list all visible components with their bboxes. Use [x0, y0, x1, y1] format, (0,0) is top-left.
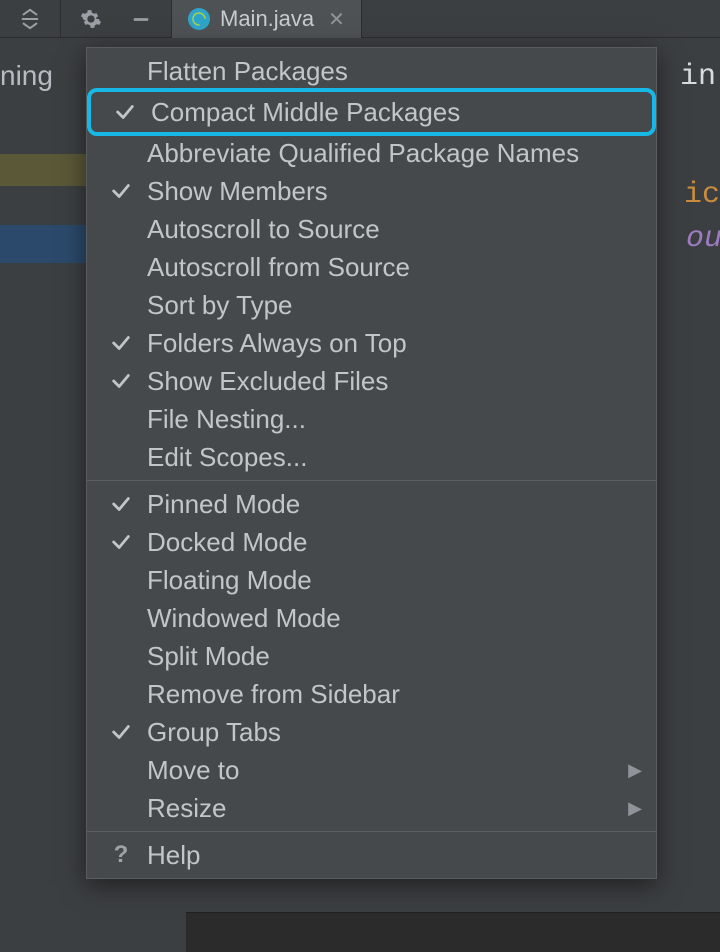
toolbar-mid-group — [61, 0, 171, 37]
menu-item-autoscroll-from-source[interactable]: Autoscroll from Source — [87, 248, 656, 286]
menu-item-pinned-mode[interactable]: Pinned Mode — [87, 485, 656, 523]
check-icon — [95, 332, 147, 354]
menu-item-label: Flatten Packages — [147, 56, 642, 87]
check-icon — [95, 493, 147, 515]
menu-item-folders-always-on-top[interactable]: Folders Always on Top — [87, 324, 656, 362]
menu-item-windowed-mode[interactable]: Windowed Mode — [87, 599, 656, 637]
menu-item-floating-mode[interactable]: Floating Mode — [87, 561, 656, 599]
menu-item-show-excluded-files[interactable]: Show Excluded Files — [87, 362, 656, 400]
menu-item-autoscroll-to-source[interactable]: Autoscroll to Source — [87, 210, 656, 248]
close-icon[interactable]: ✕ — [328, 7, 345, 32]
menu-item-label: Group Tabs — [147, 717, 642, 748]
menu-item-label: Compact Middle Packages — [151, 97, 638, 128]
menu-item-label: Split Mode — [147, 641, 642, 672]
gear-icon — [80, 8, 102, 30]
menu-item-show-members[interactable]: Show Members — [87, 172, 656, 210]
menu-item-label: Show Excluded Files — [147, 366, 642, 397]
menu-item-label: Docked Mode — [147, 527, 642, 558]
check-icon — [99, 101, 151, 123]
left-highlight-yellow — [0, 154, 86, 186]
code-fragment-3: ou — [686, 222, 720, 256]
menu-item-label: Move to — [147, 755, 628, 786]
submenu-arrow-icon: ▶ — [628, 760, 642, 781]
menu-item-label: Autoscroll from Source — [147, 252, 642, 283]
menu-item-label: Remove from Sidebar — [147, 679, 642, 710]
tab-filename: Main.java — [220, 6, 314, 32]
menu-item-label: Windowed Mode — [147, 603, 642, 634]
collapse-icon — [19, 8, 41, 30]
menu-item-label: Abbreviate Qualified Package Names — [147, 138, 642, 169]
menu-item-label: Resize — [147, 793, 628, 824]
menu-item-abbreviate-qualified-package-names[interactable]: Abbreviate Qualified Package Names — [87, 134, 656, 172]
code-fragment-1: in — [680, 60, 716, 94]
settings-dropdown-menu: Flatten Packages Compact Middle Packages A… — [86, 47, 657, 879]
settings-button[interactable] — [67, 1, 115, 37]
partial-text-left: ning — [0, 60, 53, 92]
menu-separator — [87, 480, 656, 481]
menu-item-compact-middle-packages[interactable]: Compact Middle Packages — [87, 88, 656, 136]
check-icon — [95, 180, 147, 202]
menu-item-label: Edit Scopes... — [147, 442, 642, 473]
menu-item-group-tabs[interactable]: Group Tabs — [87, 713, 656, 751]
menu-separator — [87, 831, 656, 832]
left-highlight-blue — [0, 225, 86, 263]
help-icon: ? — [95, 841, 147, 869]
editor-bottom-area — [186, 912, 720, 952]
minimize-icon — [130, 8, 152, 30]
menu-item-label: Autoscroll to Source — [147, 214, 642, 245]
menu-item-label: Floating Mode — [147, 565, 642, 596]
menu-item-label: Show Members — [147, 176, 642, 207]
menu-item-help[interactable]: ?Help — [87, 836, 656, 874]
menu-item-file-nesting[interactable]: File Nesting... — [87, 400, 656, 438]
menu-item-remove-from-sidebar[interactable]: Remove from Sidebar — [87, 675, 656, 713]
menu-item-split-mode[interactable]: Split Mode — [87, 637, 656, 675]
check-icon — [95, 370, 147, 392]
menu-item-label: File Nesting... — [147, 404, 642, 435]
menu-item-sort-by-type[interactable]: Sort by Type — [87, 286, 656, 324]
toolbar: Main.java ✕ — [0, 0, 720, 38]
collapse-button[interactable] — [6, 1, 54, 37]
menu-item-label: Sort by Type — [147, 290, 642, 321]
check-icon — [95, 721, 147, 743]
toolbar-left-group — [0, 0, 60, 37]
editor-tab-main-java[interactable]: Main.java ✕ — [172, 0, 362, 38]
minimize-button[interactable] — [117, 1, 165, 37]
menu-item-move-to[interactable]: Move to▶ — [87, 751, 656, 789]
menu-item-flatten-packages[interactable]: Flatten Packages — [87, 52, 656, 90]
menu-item-label: Help — [147, 840, 642, 871]
menu-item-resize[interactable]: Resize▶ — [87, 789, 656, 827]
menu-item-label: Pinned Mode — [147, 489, 642, 520]
java-class-icon — [188, 8, 210, 30]
check-icon — [95, 531, 147, 553]
menu-item-edit-scopes[interactable]: Edit Scopes... — [87, 438, 656, 476]
menu-item-docked-mode[interactable]: Docked Mode — [87, 523, 656, 561]
menu-item-label: Folders Always on Top — [147, 328, 642, 359]
submenu-arrow-icon: ▶ — [628, 798, 642, 819]
code-fragment-2: ic — [684, 178, 720, 212]
